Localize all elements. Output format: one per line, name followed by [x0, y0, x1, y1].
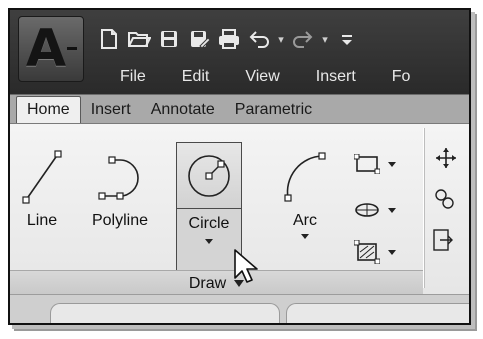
circle-button[interactable]	[177, 143, 241, 209]
redo-dropdown-icon[interactable]: ▾	[320, 33, 330, 46]
app-menu-dropdown-icon	[67, 47, 77, 50]
redo-icon[interactable]	[290, 26, 316, 52]
chevron-down-icon	[388, 207, 396, 213]
undo-dropdown-icon[interactable]: ▾	[276, 33, 286, 46]
customize-toolbar-icon[interactable]	[334, 26, 360, 52]
circle-icon	[188, 154, 230, 197]
menu-bar: File Edit View Insert Fo	[120, 64, 428, 90]
rectangle-icon	[354, 154, 380, 174]
polyline-label: Polyline	[91, 212, 149, 229]
line-icon	[22, 150, 62, 204]
chevron-down-icon	[205, 239, 213, 244]
tab-parametric[interactable]: Parametric	[225, 97, 322, 123]
rectangle-tool[interactable]	[354, 154, 396, 174]
save-icon[interactable]	[156, 26, 182, 52]
open-icon[interactable]	[126, 26, 152, 52]
copy-icon[interactable]	[432, 228, 456, 254]
hatch-icon	[354, 240, 380, 264]
draw-panel-label: Draw	[188, 274, 227, 292]
move-icon[interactable]	[434, 146, 458, 170]
chevron-down-icon	[388, 249, 396, 255]
menu-file[interactable]: File	[120, 64, 164, 90]
menu-edit[interactable]: Edit	[164, 64, 228, 90]
undo-icon[interactable]	[246, 26, 272, 52]
draw-panel-title[interactable]: Draw	[10, 270, 423, 296]
print-icon[interactable]	[216, 26, 242, 52]
save-as-icon[interactable]	[186, 26, 212, 52]
arc-tool[interactable]: Arc	[280, 146, 330, 239]
menu-format[interactable]: Fo	[374, 64, 429, 90]
chevron-down-icon	[301, 234, 309, 239]
draw-panel: Line Polyline Circle Arc Draw	[10, 124, 423, 296]
mouse-pointer-icon	[234, 249, 258, 283]
document-tab[interactable]	[50, 303, 280, 323]
tab-insert[interactable]: Insert	[81, 97, 141, 123]
line-tool[interactable]: Line	[20, 146, 64, 230]
polyline-icon	[98, 156, 139, 200]
line-label: Line	[26, 212, 58, 229]
ellipse-tool[interactable]	[354, 200, 396, 220]
rotate-icon[interactable]	[432, 186, 458, 212]
title-bar: A ▾ ▾ File Edit View Insert Fo	[10, 10, 469, 94]
document-tabs-strip	[10, 294, 469, 323]
circle-label: Circle	[188, 215, 230, 232]
quick-access-toolbar: ▾ ▾	[96, 22, 360, 56]
document-tab[interactable]	[286, 303, 469, 323]
new-icon[interactable]	[96, 26, 122, 52]
polyline-tool[interactable]: Polyline	[90, 146, 150, 230]
ribbon-tabs: Home Insert Annotate Parametric	[10, 94, 469, 124]
autocad-window: A ▾ ▾ File Edit View Insert Fo Home Inse…	[8, 8, 471, 325]
chevron-down-icon	[388, 161, 396, 167]
tab-home[interactable]: Home	[16, 96, 81, 123]
tab-annotate[interactable]: Annotate	[141, 97, 225, 123]
app-logo: A	[25, 19, 67, 79]
application-menu-button[interactable]: A	[18, 16, 84, 82]
arc-label: Arc	[293, 212, 317, 229]
arc-icon	[284, 152, 326, 202]
menu-view[interactable]: View	[227, 64, 297, 90]
hatch-tool[interactable]	[354, 240, 396, 264]
menu-insert[interactable]: Insert	[298, 64, 374, 90]
panel-divider	[423, 128, 425, 288]
ellipse-icon	[355, 203, 379, 217]
